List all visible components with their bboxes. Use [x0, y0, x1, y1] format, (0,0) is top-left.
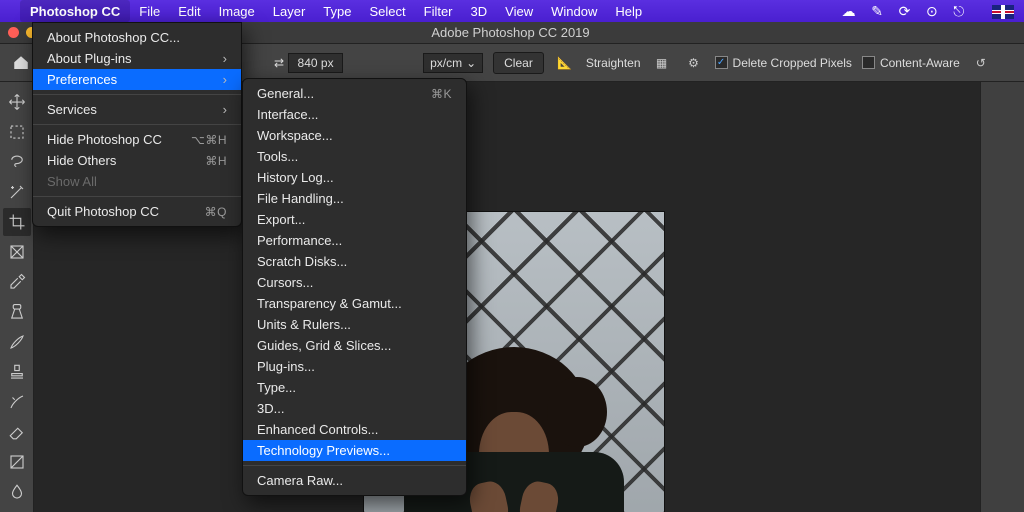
blur-tool[interactable] [3, 478, 31, 506]
pref-workspace[interactable]: Workspace... [243, 125, 466, 146]
pref-performance[interactable]: Performance... [243, 230, 466, 251]
menuitem-show-all: Show All [33, 171, 241, 192]
pref-camera-raw[interactable]: Camera Raw... [243, 470, 466, 491]
healing-tool[interactable] [3, 298, 31, 326]
stamp-tool[interactable] [3, 358, 31, 386]
cloud-icon[interactable]: ☁︎ [842, 3, 856, 19]
menuitem-hide-others[interactable]: Hide Others⌘H [33, 150, 241, 171]
bluetooth-icon[interactable]: ⎋ [953, 3, 964, 19]
menu-3d[interactable]: 3D [462, 4, 497, 19]
menu-separator [243, 465, 466, 466]
straighten-label[interactable]: Straighten [586, 56, 641, 70]
lasso-tool[interactable] [3, 148, 31, 176]
chevron-right-icon: › [223, 72, 227, 87]
shortcut-label: ⌘Q [205, 205, 227, 219]
menu-separator [33, 196, 241, 197]
pref-cursors[interactable]: Cursors... [243, 272, 466, 293]
shortcut-label: ⌘K [431, 87, 452, 101]
tool-strip [0, 82, 34, 512]
menu-window[interactable]: Window [542, 4, 606, 19]
menu-select[interactable]: Select [360, 4, 414, 19]
marquee-tool[interactable] [3, 118, 31, 146]
menu-layer[interactable]: Layer [264, 4, 315, 19]
input-flag[interactable] [980, 3, 1014, 19]
pref-file-handling[interactable]: File Handling... [243, 188, 466, 209]
menuitem-services[interactable]: Services› [33, 99, 241, 120]
grid-overlay-icon[interactable]: ▦ [651, 52, 673, 74]
menu-help[interactable]: Help [606, 4, 651, 19]
checkbox-icon [862, 56, 875, 69]
pref-export[interactable]: Export... [243, 209, 466, 230]
menu-filter[interactable]: Filter [415, 4, 462, 19]
menuitem-about-plugins[interactable]: About Plug-ins› [33, 48, 241, 69]
macos-menubar: Photoshop CC File Edit Image Layer Type … [0, 0, 1024, 22]
right-panel-collapsed[interactable] [980, 82, 1024, 512]
content-aware-checkbox[interactable]: Content-Aware [862, 56, 960, 70]
eyedropper-tool[interactable] [3, 268, 31, 296]
menu-separator [33, 124, 241, 125]
gradient-tool[interactable] [3, 448, 31, 476]
shortcut-label: ⌘H [205, 154, 227, 168]
crop-width-input[interactable] [288, 53, 343, 73]
pref-tools[interactable]: Tools... [243, 146, 466, 167]
menu-type[interactable]: Type [314, 4, 360, 19]
pref-enhanced-controls[interactable]: Enhanced Controls... [243, 419, 466, 440]
frame-tool[interactable] [3, 238, 31, 266]
play-icon[interactable]: ⊙ [926, 3, 938, 19]
swap-icon[interactable]: ⇄ [274, 56, 284, 70]
pref-units-rulers[interactable]: Units & Rulers... [243, 314, 466, 335]
menuitem-about-photoshop[interactable]: About Photoshop CC... [33, 27, 241, 48]
pref-scratch-disks[interactable]: Scratch Disks... [243, 251, 466, 272]
pref-type[interactable]: Type... [243, 377, 466, 398]
app-menu-name[interactable]: Photoshop CC [20, 0, 130, 22]
chevron-down-icon: ⌄ [466, 56, 476, 70]
crop-tool[interactable] [3, 208, 31, 236]
pref-history-log[interactable]: History Log... [243, 167, 466, 188]
brush-tool[interactable] [3, 328, 31, 356]
delete-cropped-label: Delete Cropped Pixels [733, 56, 852, 70]
brush-icon[interactable]: ✎ [871, 3, 883, 19]
history-brush-tool[interactable] [3, 388, 31, 416]
pref-general[interactable]: General...⌘K [243, 83, 466, 104]
chevron-right-icon: › [223, 102, 227, 117]
pref-technology-previews[interactable]: Technology Previews... [243, 440, 466, 461]
unit-label: px/cm [430, 56, 462, 70]
delete-cropped-checkbox[interactable]: Delete Cropped Pixels [715, 56, 852, 70]
menu-file[interactable]: File [130, 4, 169, 19]
pref-interface[interactable]: Interface... [243, 104, 466, 125]
eraser-tool[interactable] [3, 418, 31, 446]
menu-view[interactable]: View [496, 4, 542, 19]
crop-width-field[interactable]: ⇄ [274, 53, 343, 73]
home-button[interactable] [8, 50, 34, 76]
menuitem-quit[interactable]: Quit Photoshop CC⌘Q [33, 201, 241, 222]
menu-image[interactable]: Image [210, 4, 264, 19]
chevron-right-icon: › [223, 51, 227, 66]
pref-3d[interactable]: 3D... [243, 398, 466, 419]
menu-edit[interactable]: Edit [169, 4, 209, 19]
menu-separator [33, 94, 241, 95]
reset-icon[interactable]: ↺ [970, 52, 992, 74]
move-tool[interactable] [3, 88, 31, 116]
menuitem-preferences[interactable]: Preferences› [33, 69, 241, 90]
straighten-icon[interactable]: 📐 [554, 52, 576, 74]
close-icon[interactable] [8, 27, 19, 38]
gear-icon[interactable]: ⚙ [683, 52, 705, 74]
sync-icon[interactable]: ⟳ [899, 3, 911, 19]
pref-transparency-gamut[interactable]: Transparency & Gamut... [243, 293, 466, 314]
menubar-tray: ☁︎ ✎ ⟳ ⊙ ⎋ [830, 3, 1014, 20]
menuitem-hide-photoshop[interactable]: Hide Photoshop CC⌥⌘H [33, 129, 241, 150]
clear-button[interactable]: Clear [493, 52, 544, 74]
magic-wand-tool[interactable] [3, 178, 31, 206]
app-menu-dropdown: About Photoshop CC... About Plug-ins› Pr… [32, 22, 242, 227]
checkbox-icon [715, 56, 728, 69]
pref-guides-grid[interactable]: Guides, Grid & Slices... [243, 335, 466, 356]
content-aware-label: Content-Aware [880, 56, 960, 70]
preferences-submenu: General...⌘K Interface... Workspace... T… [242, 78, 467, 496]
unit-select[interactable]: px/cm ⌄ [423, 53, 483, 73]
shortcut-label: ⌥⌘H [191, 133, 227, 147]
pref-plugins[interactable]: Plug-ins... [243, 356, 466, 377]
